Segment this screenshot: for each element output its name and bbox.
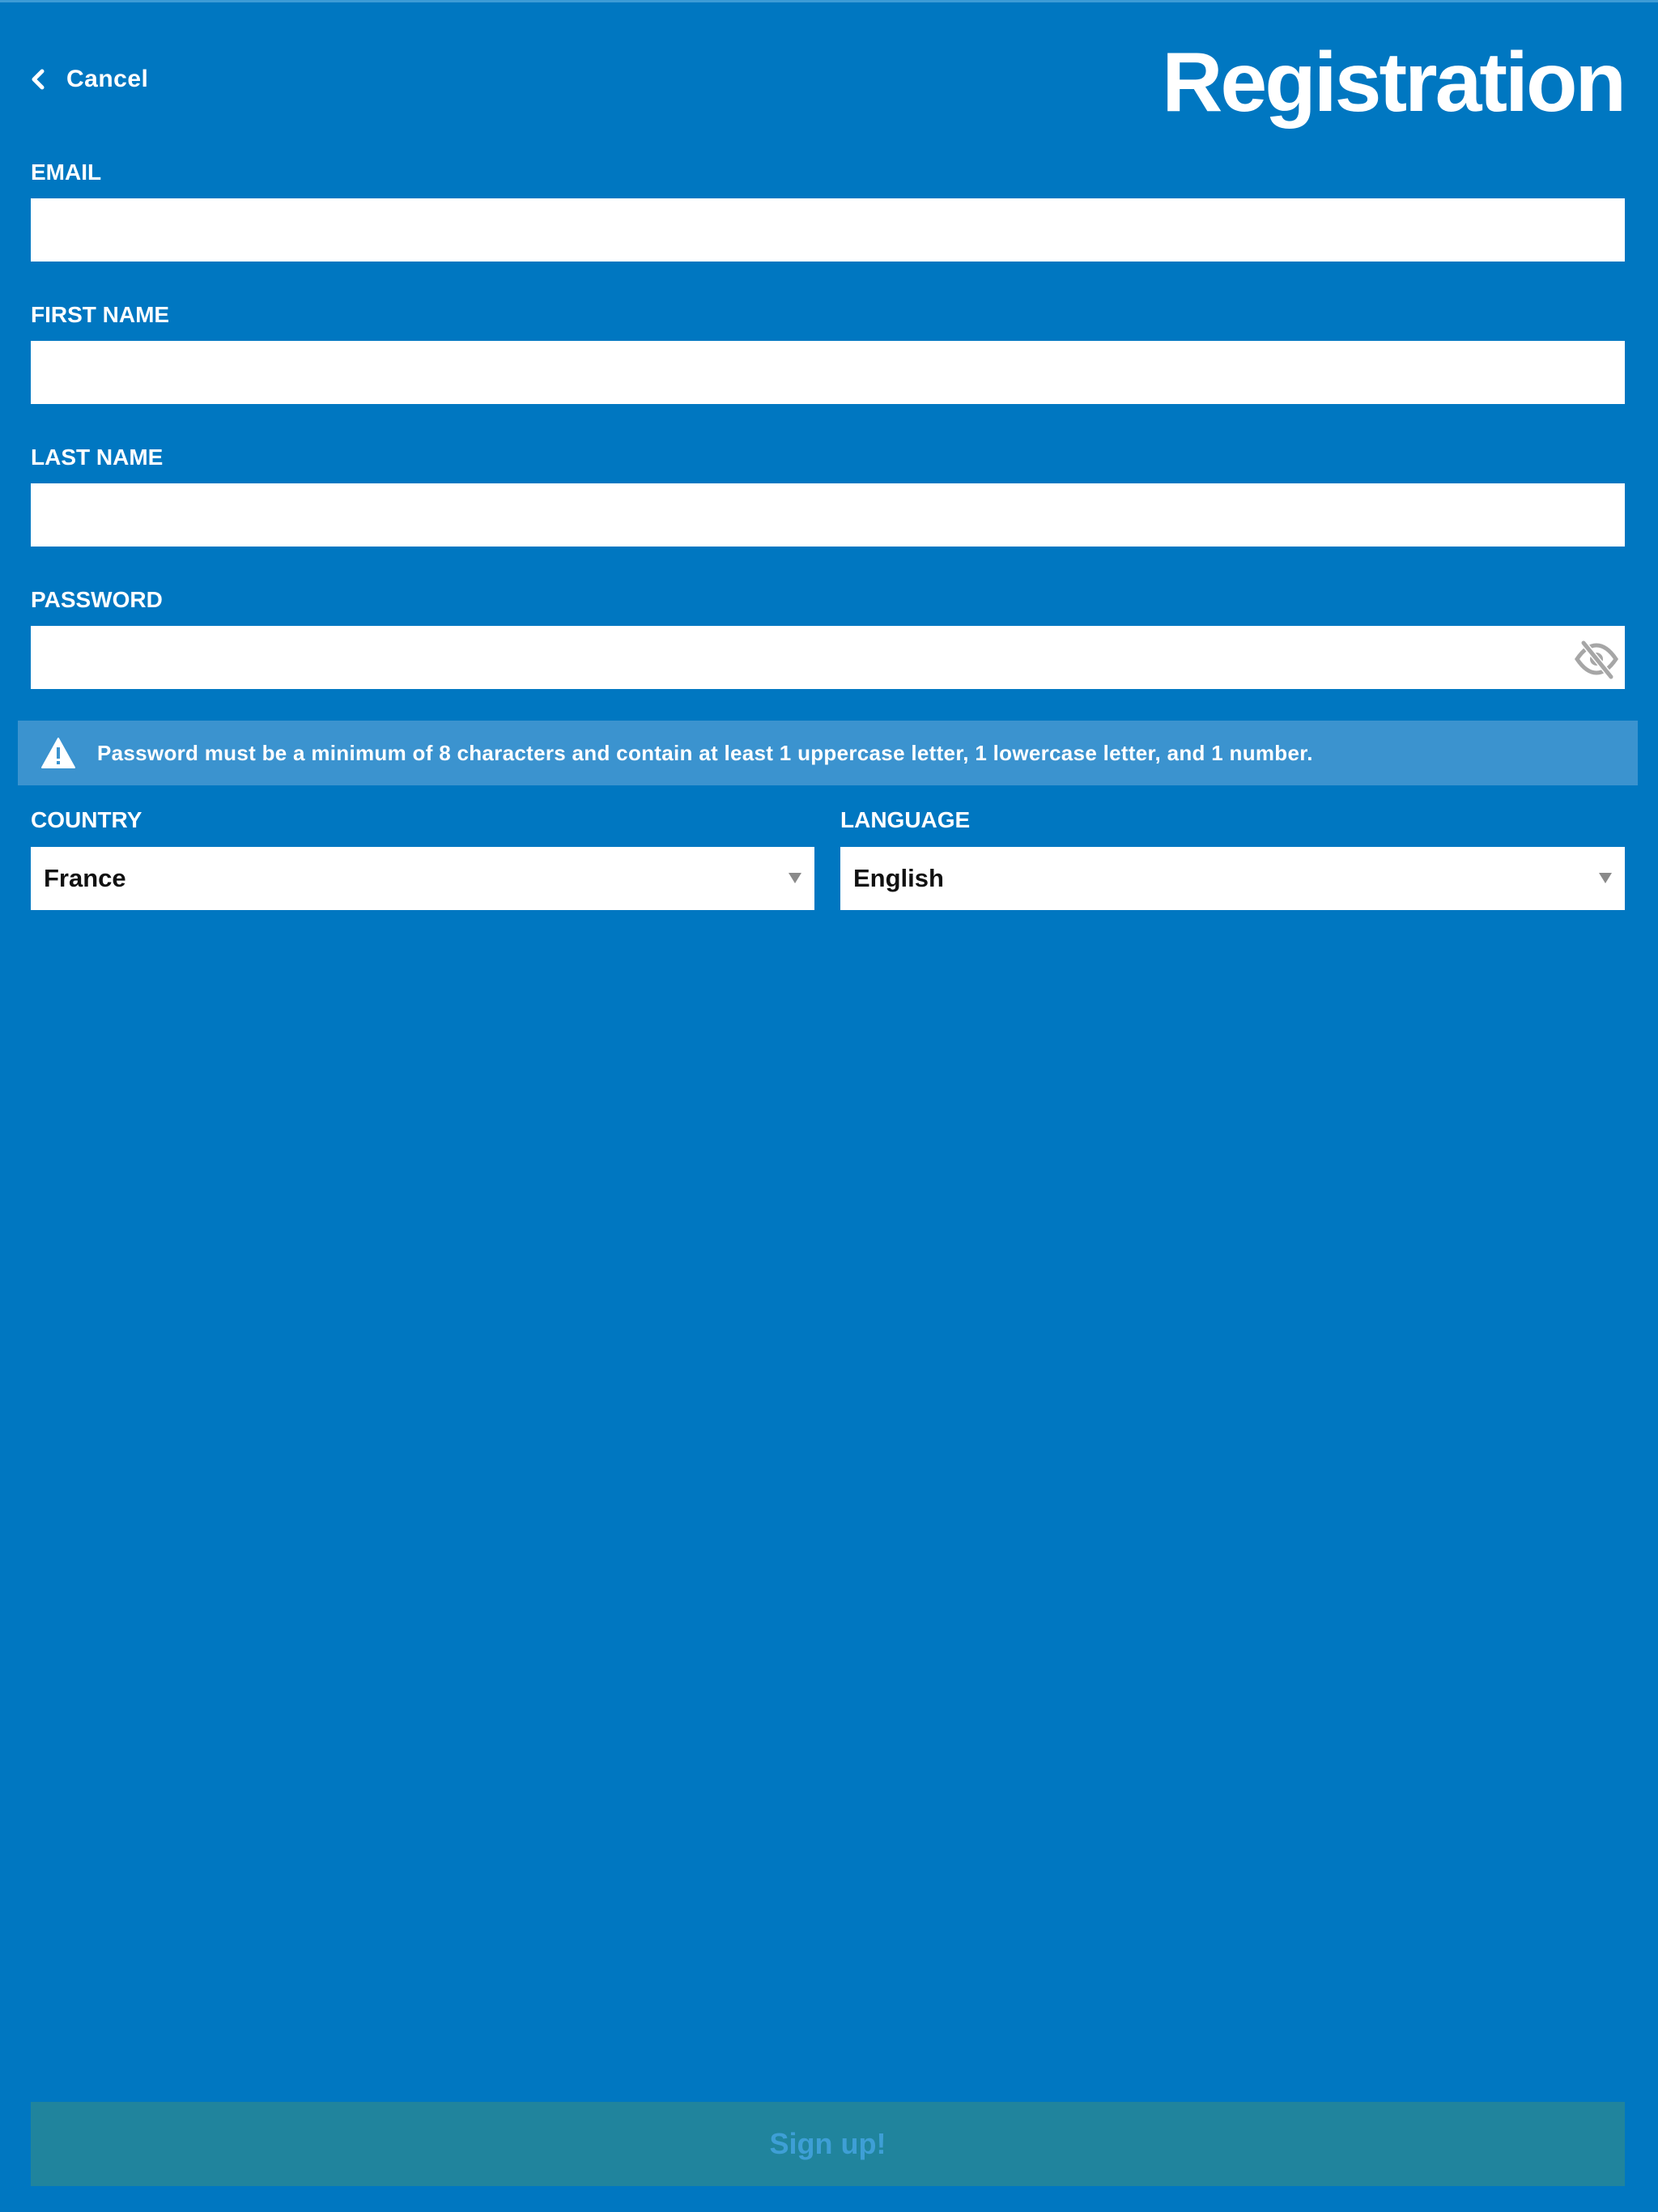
warning-icon (41, 738, 75, 768)
page-title: Registration (1162, 36, 1626, 130)
caret-down-icon (1599, 873, 1612, 883)
email-field[interactable] (31, 198, 1625, 262)
password-field[interactable] (31, 626, 1625, 689)
country-select[interactable]: France (31, 847, 814, 910)
password-requirements-text: Password must be a minimum of 8 characte… (97, 740, 1313, 765)
top-border (0, 0, 1658, 2)
password-requirements-notice: Password must be a minimum of 8 characte… (18, 721, 1638, 785)
email-label: EMAIL (31, 160, 102, 185)
show-password-toggle[interactable] (1572, 635, 1621, 683)
password-label: PASSWORD (31, 587, 163, 612)
first-name-field[interactable] (31, 341, 1625, 404)
cancel-label: Cancel (66, 66, 149, 92)
sign-up-button[interactable]: Sign up! (31, 2102, 1625, 2186)
last-name-field[interactable] (31, 483, 1625, 547)
chevron-left-icon (32, 69, 45, 90)
country-label: COUNTRY (31, 807, 142, 832)
country-selected-value: France (44, 864, 126, 892)
language-selected-value: English (853, 864, 944, 892)
eye-slash-icon (1574, 640, 1619, 679)
language-label: LANGUAGE (840, 807, 971, 832)
language-select[interactable]: English (840, 847, 1625, 910)
last-name-label: LAST NAME (31, 445, 164, 470)
caret-down-icon (789, 873, 801, 883)
cancel-button[interactable]: Cancel (31, 58, 148, 100)
first-name-label: FIRST NAME (31, 302, 170, 327)
